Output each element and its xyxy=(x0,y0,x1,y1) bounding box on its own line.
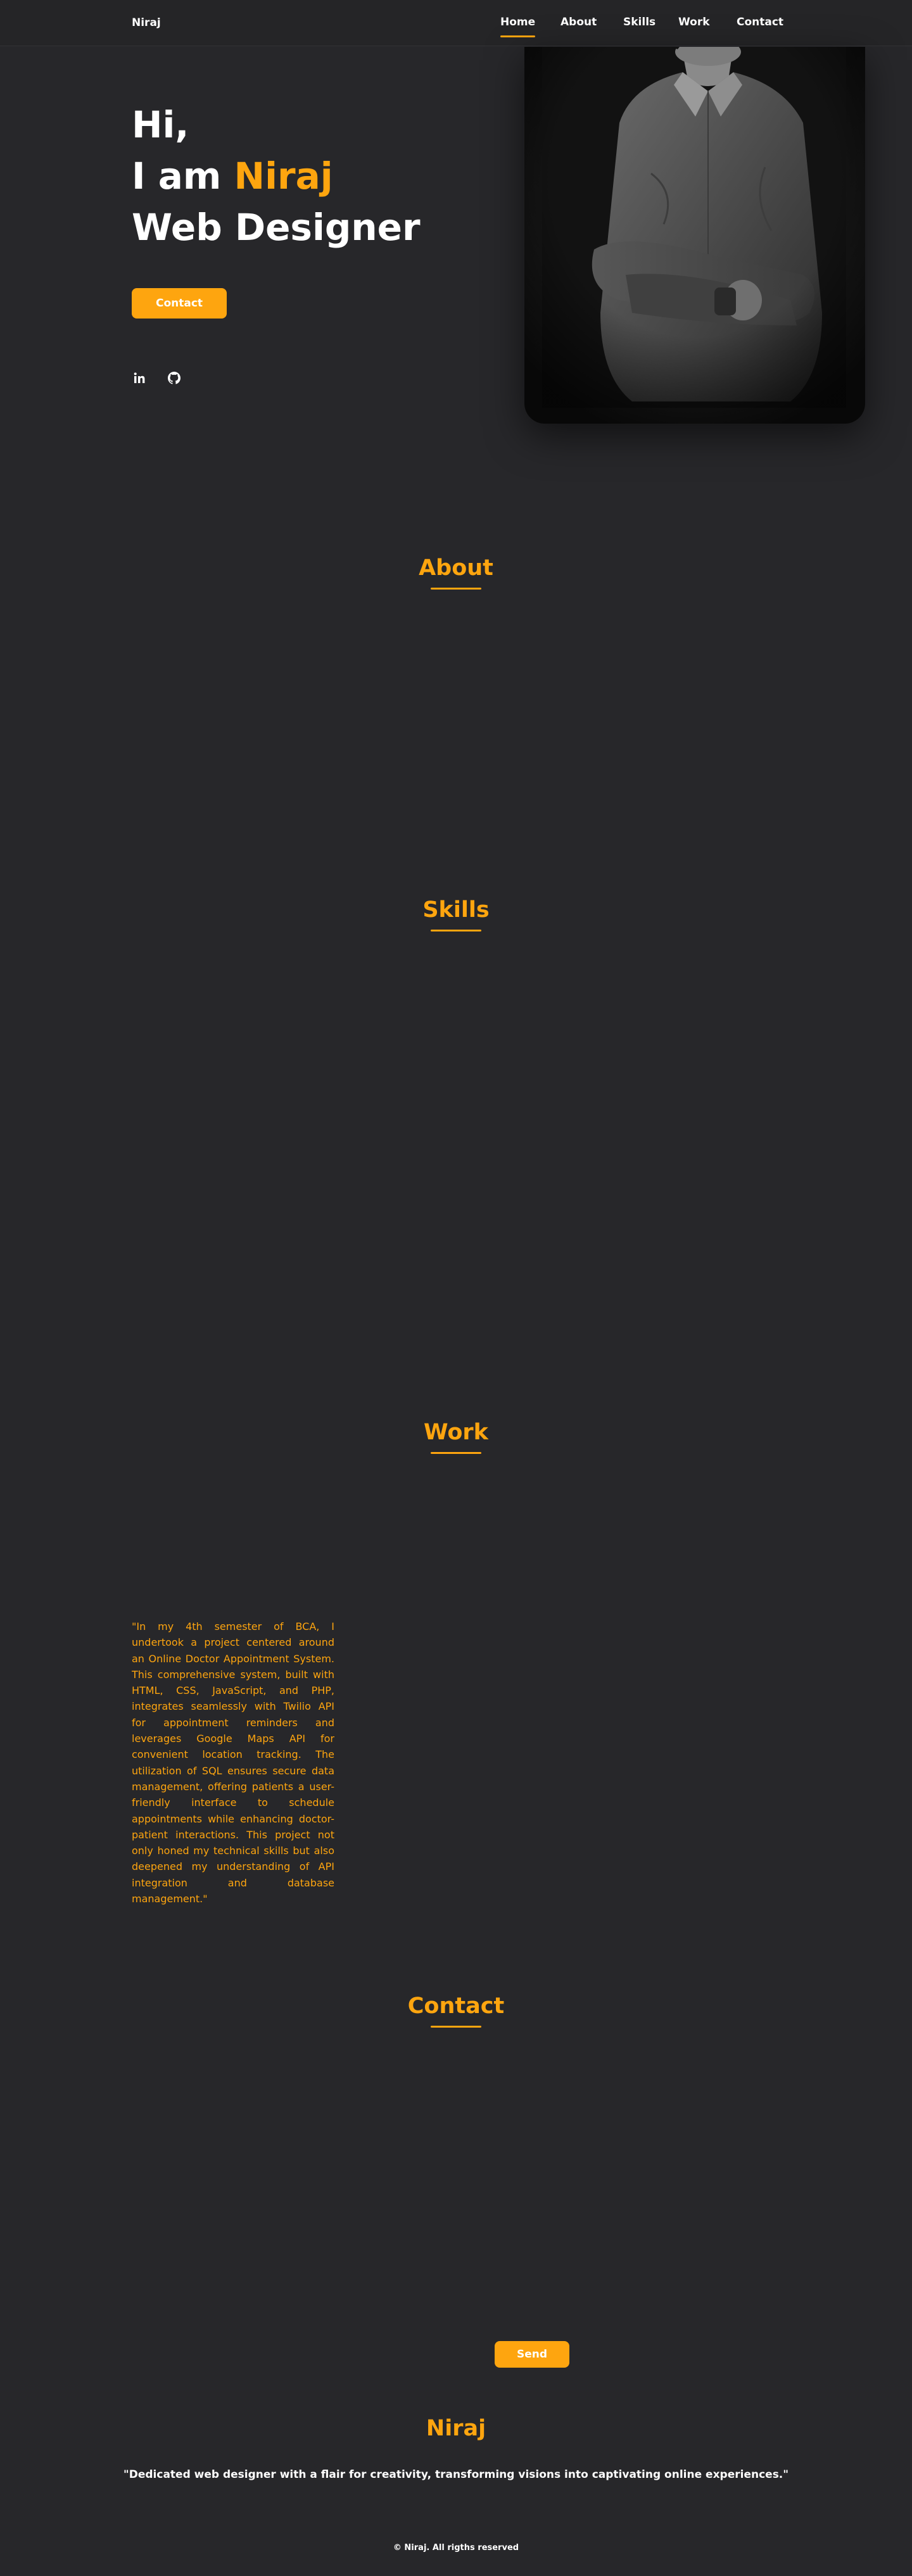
nav-skills[interactable]: Skills xyxy=(623,16,656,28)
hero-name: Niraj xyxy=(234,155,333,198)
github-icon[interactable] xyxy=(167,370,183,387)
hero-contact-button[interactable]: Contact xyxy=(132,288,227,319)
hero-intro: I am Niraj xyxy=(132,155,333,197)
nav-contact[interactable]: Contact xyxy=(737,16,783,28)
skills-title: Skills xyxy=(0,897,912,926)
hero-intro-prefix: I am xyxy=(132,155,234,198)
footer-name: Niraj xyxy=(426,2416,486,2441)
hero-role: Web Designer xyxy=(132,206,421,249)
profile-photo-illustration xyxy=(524,47,865,424)
about-title: About xyxy=(0,555,912,584)
nav-work[interactable]: Work xyxy=(678,16,710,28)
footer-quote: "Dedicated web designer with a flair for… xyxy=(123,2468,789,2481)
nav-about[interactable]: About xyxy=(560,16,597,28)
footer-copyright: © Niraj. All rigths reserved xyxy=(393,2543,519,2553)
linkedin-icon[interactable] xyxy=(132,370,148,387)
hero-greeting: Hi, xyxy=(132,103,189,146)
main-nav: Home About Skills Work Contact xyxy=(0,16,912,41)
work-title: Work xyxy=(0,1420,912,1449)
profile-photo xyxy=(524,47,865,424)
nav-home[interactable]: Home xyxy=(500,16,536,37)
send-button[interactable]: Send xyxy=(495,2341,569,2368)
site-header: Niraj Home About Skills Work Contact xyxy=(0,0,912,46)
work-description: "In my 4th semester of BCA, I undertook … xyxy=(132,1620,334,1905)
contact-title: Contact xyxy=(0,1993,912,2023)
